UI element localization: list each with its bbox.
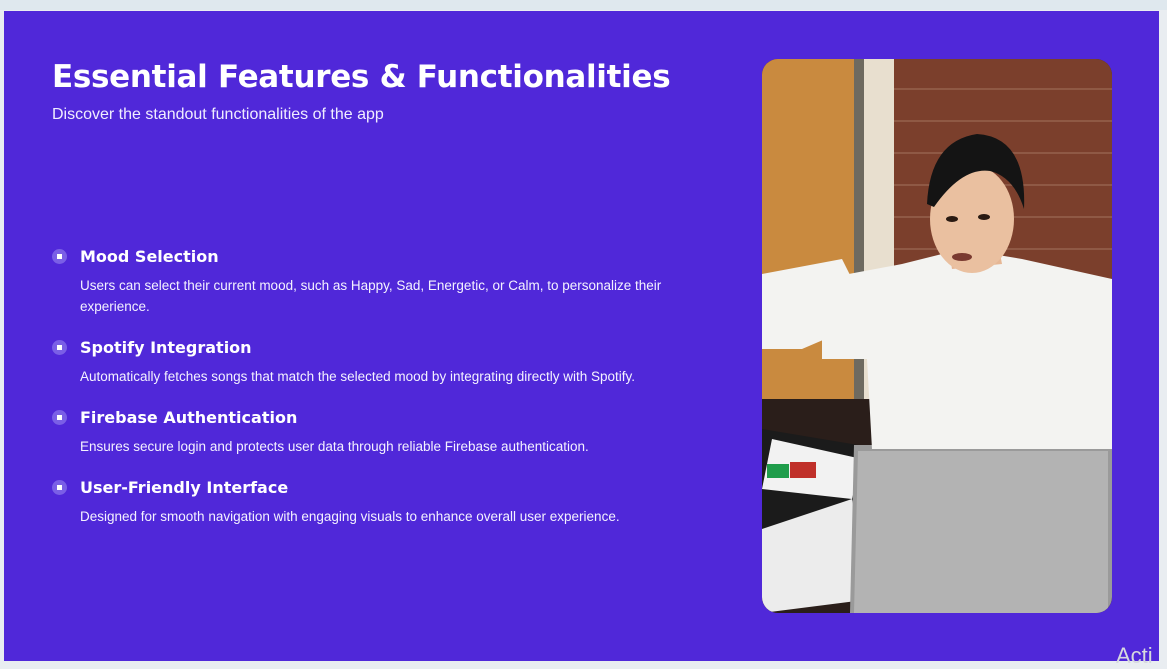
feature-description: Ensures secure login and protects user d… <box>80 439 589 454</box>
bullet-dot-icon <box>52 410 67 425</box>
page-subtitle: Discover the standout functionalities of… <box>52 106 384 123</box>
slide: Essential Features & Functionalities Dis… <box>4 11 1159 661</box>
feature-item-mood-selection: Mood Selection Users can select their cu… <box>52 247 712 338</box>
feature-title: Spotify Integration <box>80 338 252 357</box>
bullet-dot-icon <box>52 340 67 355</box>
bullet-dot-icon <box>52 249 67 264</box>
feature-description: Automatically fetches songs that match t… <box>80 369 636 384</box>
feature-title: Mood Selection <box>80 247 219 266</box>
feature-description: Designed for smooth navigation with enga… <box>80 509 620 524</box>
feature-item-user-friendly-interface: User-Friendly Interface Designed for smo… <box>52 478 712 548</box>
feature-item-firebase-authentication: Firebase Authentication Ensures secure l… <box>52 408 712 478</box>
page-title: Essential Features & Functionalities <box>52 59 671 95</box>
window-top-strip <box>0 0 1167 10</box>
feature-title: Firebase Authentication <box>80 408 298 427</box>
feature-description: Users can select their current mood, suc… <box>80 278 662 314</box>
feature-item-spotify-integration: Spotify Integration Automatically fetche… <box>52 338 712 408</box>
activation-watermark: Acti <box>1116 643 1153 668</box>
feature-title: User-Friendly Interface <box>80 478 289 497</box>
presenter-photo <box>762 59 1112 613</box>
feature-list: Mood Selection Users can select their cu… <box>52 247 712 548</box>
bullet-dot-icon <box>52 480 67 495</box>
